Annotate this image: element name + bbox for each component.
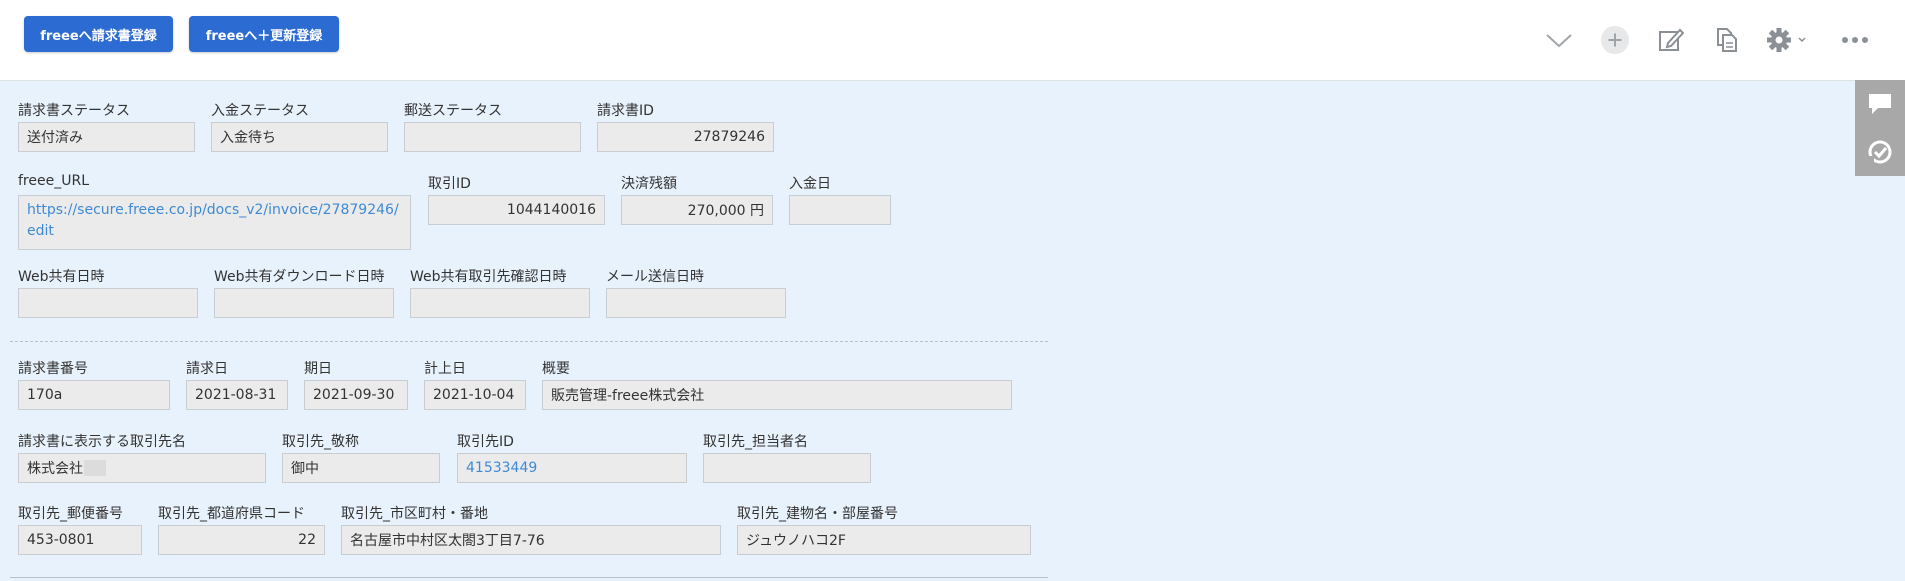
partner-honorific-value: 御中 (282, 453, 440, 483)
gear-icon[interactable] (1766, 25, 1810, 55)
side-panel-tabs (1855, 80, 1905, 176)
due-date-value: 2021-09-30 (304, 380, 408, 410)
edit-icon[interactable] (1656, 25, 1686, 55)
partner-id-link[interactable]: 41533449 (457, 453, 687, 483)
copy-icon[interactable] (1712, 25, 1742, 55)
history-icon[interactable] (1855, 128, 1905, 176)
invoice-id-value: 27879246 (597, 122, 774, 152)
mail-send-date-value (606, 288, 786, 318)
deal-id-value: 1044140016 (428, 195, 605, 225)
building-value: ジュウノハコ2F (737, 525, 1031, 555)
payment-status-value: 入金待ち (211, 122, 388, 152)
web-confirm-date-value (410, 288, 590, 318)
freee-url-link[interactable]: https://secure.freee.co.jp/docs_v2/invoi… (18, 195, 411, 250)
issue-date-value: 2021-08-31 (186, 380, 288, 410)
record-detail: 請求書ステータス 送付済み 入金ステータス 入金待ち 郵送ステータス 請求書ID… (0, 81, 1905, 581)
balance-value: 270,000 円 (621, 195, 773, 225)
mail-status-value (404, 122, 581, 152)
plus-icon[interactable] (1600, 25, 1630, 55)
freee-update-register-button[interactable]: freeeへ＋更新登録 (189, 16, 339, 52)
pref-code-value: 22 (158, 525, 325, 555)
comment-icon[interactable] (1855, 80, 1905, 128)
record-header: freeeへ請求書登録 freeeへ＋更新登録 (0, 0, 1905, 81)
booking-date-value: 2021-10-04 (424, 380, 526, 410)
invoice-number-value: 170a (18, 380, 170, 410)
chevron-down-icon[interactable] (1544, 25, 1574, 55)
partner-display-name-value: 株式会社 (18, 453, 266, 483)
section-divider-bottom (10, 577, 1048, 578)
section-divider (10, 341, 1048, 342)
web-download-date-value (214, 288, 394, 318)
paid-date-value (789, 195, 891, 225)
more-icon[interactable] (1840, 25, 1870, 55)
zip-value: 453-0801 (18, 525, 142, 555)
invoice-status-value: 送付済み (18, 122, 195, 152)
freee-invoice-register-button[interactable]: freeeへ請求書登録 (24, 16, 173, 52)
web-share-date-value (18, 288, 198, 318)
city-value: 名古屋市中村区太閤3丁目7-76 (341, 525, 721, 555)
redacted-block (84, 460, 106, 476)
summary-value: 販売管理-freee株式会社 (542, 380, 1012, 410)
partner-contact-value (703, 453, 871, 483)
